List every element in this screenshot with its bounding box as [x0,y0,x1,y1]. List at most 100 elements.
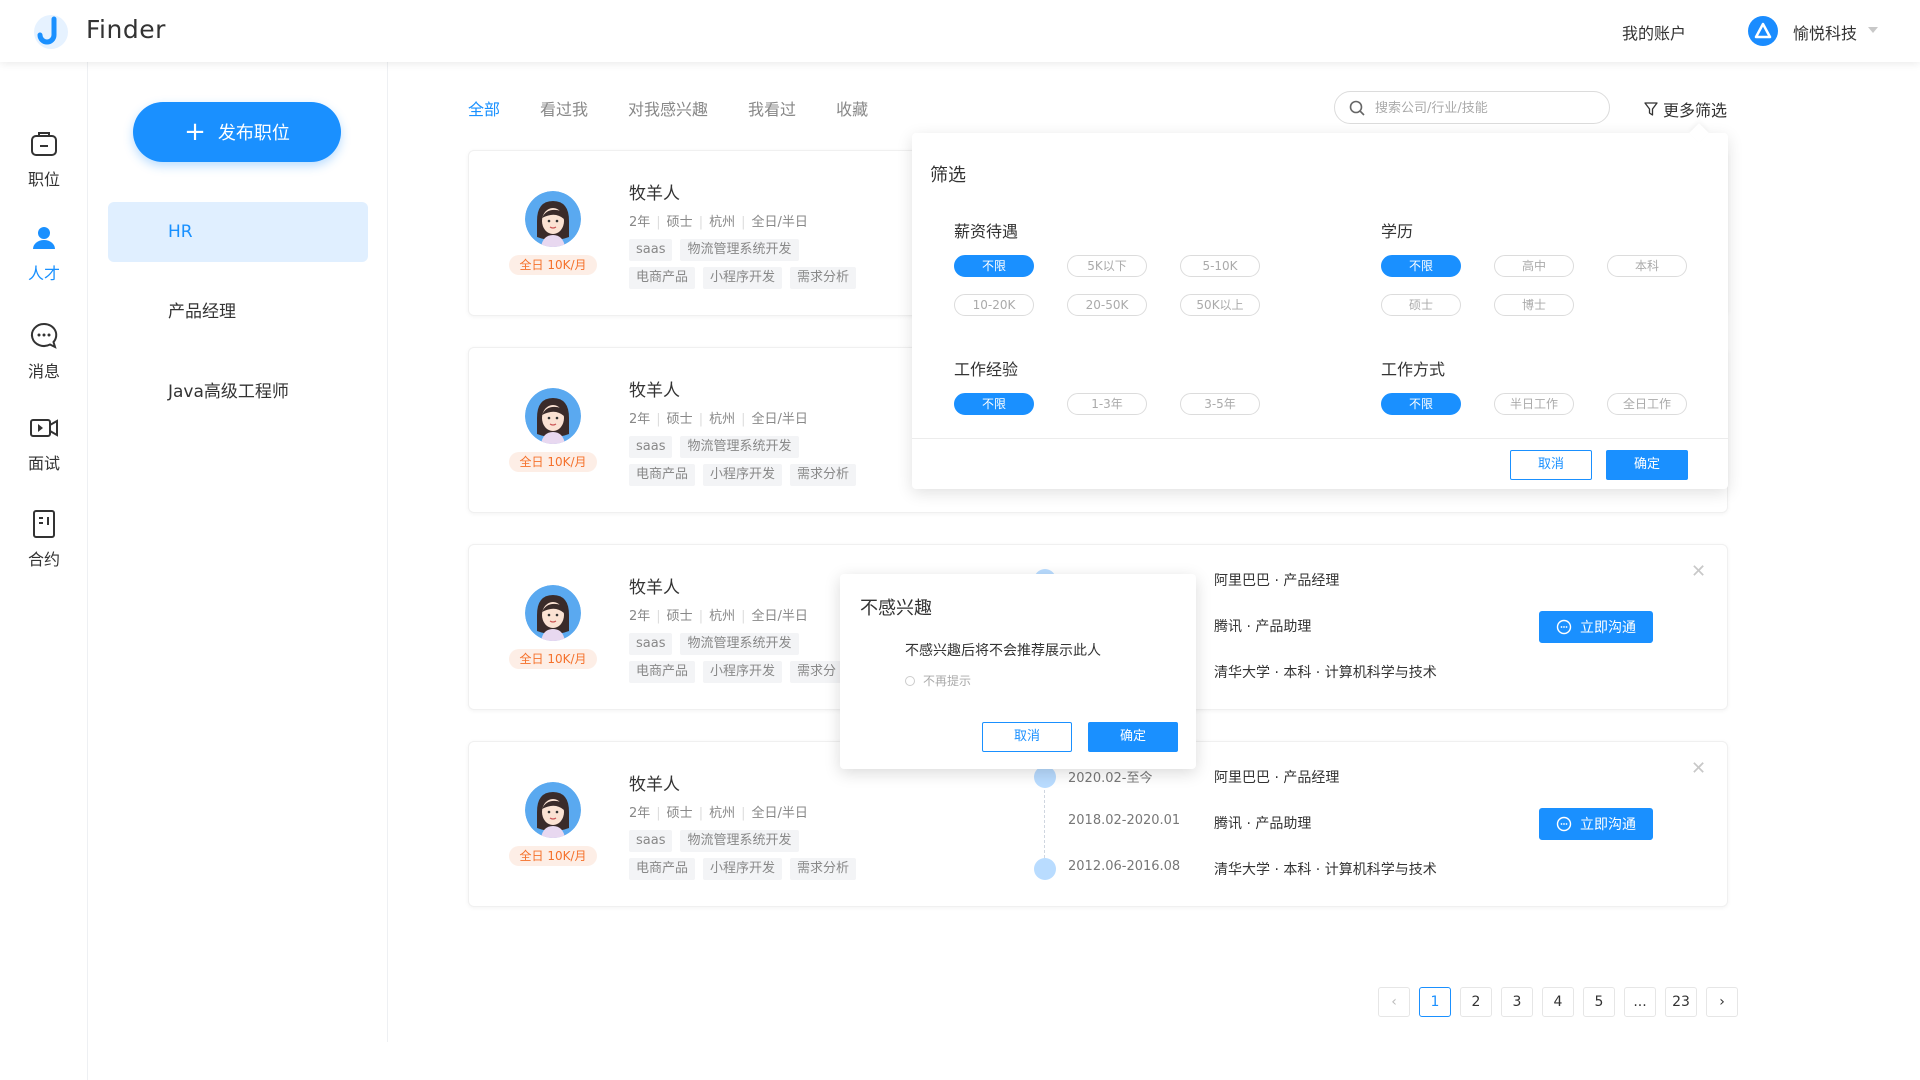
nav-label: 面试 [27,454,60,473]
top-header: Finder 我的账户 愉悦科技 [0,0,1920,62]
timeline-info: 腾讯 · 产品助理 [1214,816,1312,832]
skill-tag: saas [629,633,673,655]
education-chip[interactable]: 硕士 [1381,294,1461,316]
salary-chip[interactable]: 5K以下 [1067,255,1147,277]
filter-funnel-icon [1644,102,1658,116]
close-icon[interactable]: ✕ [1691,758,1706,779]
page-ellipsis[interactable]: ... [1624,987,1656,1017]
job-item-java-engineer[interactable]: Java高级工程师 [108,362,368,422]
timeline-date: 2018.02-2020.01 [1068,813,1181,828]
workmode-chip[interactable]: 全日工作 [1607,393,1687,415]
candidate-avatar[interactable] [525,388,581,444]
timeline-date: 2012.06-2016.08 [1068,859,1181,874]
skill-tag: 物流管理系统开发 [680,830,799,852]
chat-now-button[interactable]: 立即沟通 [1539,808,1653,840]
page-button[interactable]: 3 [1501,987,1533,1017]
plus-icon: + [184,117,206,147]
separator: | [741,412,746,427]
more-filter-label: 更多筛选 [1663,101,1728,120]
nav-item-interviews[interactable]: 面试 [0,412,88,474]
chat-icon [1556,619,1572,635]
workmode-chip[interactable]: 半日工作 [1494,393,1574,415]
page-button[interactable]: 1 [1419,987,1451,1017]
tab-favorites[interactable]: 收藏 [836,96,868,120]
experience-filter-title: 工作经验 [954,360,1019,379]
timeline-info: 清华大学 · 本科 · 计算机科学与技术 [1214,665,1437,681]
salary-chip[interactable]: 10-20K [954,294,1034,316]
candidate-avatar[interactable] [525,782,581,838]
more-filter-button[interactable]: 更多筛选 [1644,97,1727,121]
work-type: 全日/半日 [751,609,808,624]
city: 杭州 [709,609,736,624]
tab-viewed-me[interactable]: 看过我 [540,96,588,120]
candidate-avatar[interactable] [525,191,581,247]
dont-remind-option[interactable]: 不再提示 [905,672,971,689]
skill-tag: 电商产品 [629,661,696,683]
filter-confirm-button[interactable]: 确定 [1606,450,1688,480]
timeline-connector [1044,790,1045,858]
tab-all[interactable]: 全部 [468,96,500,120]
filter-cancel-button[interactable]: 取消 [1510,450,1592,480]
my-account-link[interactable]: 我的账户 [1622,20,1686,44]
education-chip[interactable]: 高中 [1494,255,1574,277]
salary-chip[interactable]: 50K以上 [1180,294,1260,316]
org-name[interactable]: 愉悦科技 [1793,20,1857,44]
nav-label: 合约 [27,550,60,569]
education-chip[interactable]: 不限 [1381,255,1461,277]
skill-tag: 需求分析 [790,267,857,289]
education-filter-title: 学历 [1381,222,1414,241]
years: 2年 [629,412,651,427]
experience-chip[interactable]: 3-5年 [1180,393,1260,415]
video-camera-icon [30,419,58,437]
candidate-name[interactable]: 牧羊人 [629,573,680,598]
chevron-down-icon[interactable] [1868,27,1878,33]
nav-item-contracts[interactable]: 合约 [0,508,88,570]
candidate-meta: 2年 | 硕士 | 杭州 | 全日/半日 [629,211,808,230]
candidate-name[interactable]: 牧羊人 [629,179,680,204]
dialog-confirm-button[interactable]: 确定 [1088,722,1178,752]
page-button[interactable]: 5 [1583,987,1615,1017]
publish-job-button[interactable]: + 发布职位 [133,102,341,162]
nav-item-jobs[interactable]: 职位 [0,128,88,190]
salary-chip[interactable]: 20-50K [1067,294,1147,316]
candidate-avatar[interactable] [525,585,581,641]
finder-logo-icon[interactable] [32,13,70,51]
tab-i-viewed[interactable]: 我看过 [748,96,796,120]
experience-chip[interactable]: 1-3年 [1067,393,1147,415]
skill-tags: saas 物流管理系统开发 [629,436,799,458]
close-icon[interactable]: ✕ [1691,561,1706,582]
job-item-product-manager[interactable]: 产品经理 [108,282,368,342]
prev-page-button[interactable]: ‹ [1378,987,1410,1017]
workmode-filter-title: 工作方式 [1381,360,1446,379]
chat-now-button[interactable]: 立即沟通 [1539,611,1653,643]
job-item-hr[interactable]: HR [108,202,368,262]
radio-icon[interactable] [905,675,915,686]
page-button[interactable]: 23 [1665,987,1697,1017]
education-chip[interactable]: 本科 [1607,255,1687,277]
search-icon [1349,100,1365,116]
tab-interested-in-me[interactable]: 对我感兴趣 [628,96,708,120]
org-avatar-icon[interactable] [1748,16,1778,46]
search-input[interactable] [1375,98,1595,118]
salary-badge: 全日 10K/月 [509,452,597,472]
education-chip[interactable]: 博士 [1494,294,1574,316]
dialog-cancel-button[interactable]: 取消 [982,722,1072,752]
skill-tag: saas [629,239,673,261]
dont-remind-label: 不再提示 [923,674,972,688]
skill-tag: 电商产品 [629,464,696,486]
skill-tags: saas 物流管理系统开发 [629,239,799,261]
next-page-button[interactable]: › [1706,987,1738,1017]
candidate-name[interactable]: 牧羊人 [629,770,680,795]
page-button[interactable]: 2 [1460,987,1492,1017]
nav-item-talent[interactable]: 人才 [0,222,88,284]
salary-chip[interactable]: 5-10K [1180,255,1260,277]
candidate-name[interactable]: 牧羊人 [629,376,680,401]
degree: 硕士 [666,215,693,230]
workmode-chip[interactable]: 不限 [1381,393,1461,415]
experience-chip[interactable]: 不限 [954,393,1034,415]
page-button[interactable]: 4 [1542,987,1574,1017]
salary-chip[interactable]: 不限 [954,255,1034,277]
timeline-info: 阿里巴巴 · 产品经理 [1214,573,1340,589]
nav-item-messages[interactable]: 消息 [0,320,88,382]
nav-label: 消息 [27,362,60,381]
